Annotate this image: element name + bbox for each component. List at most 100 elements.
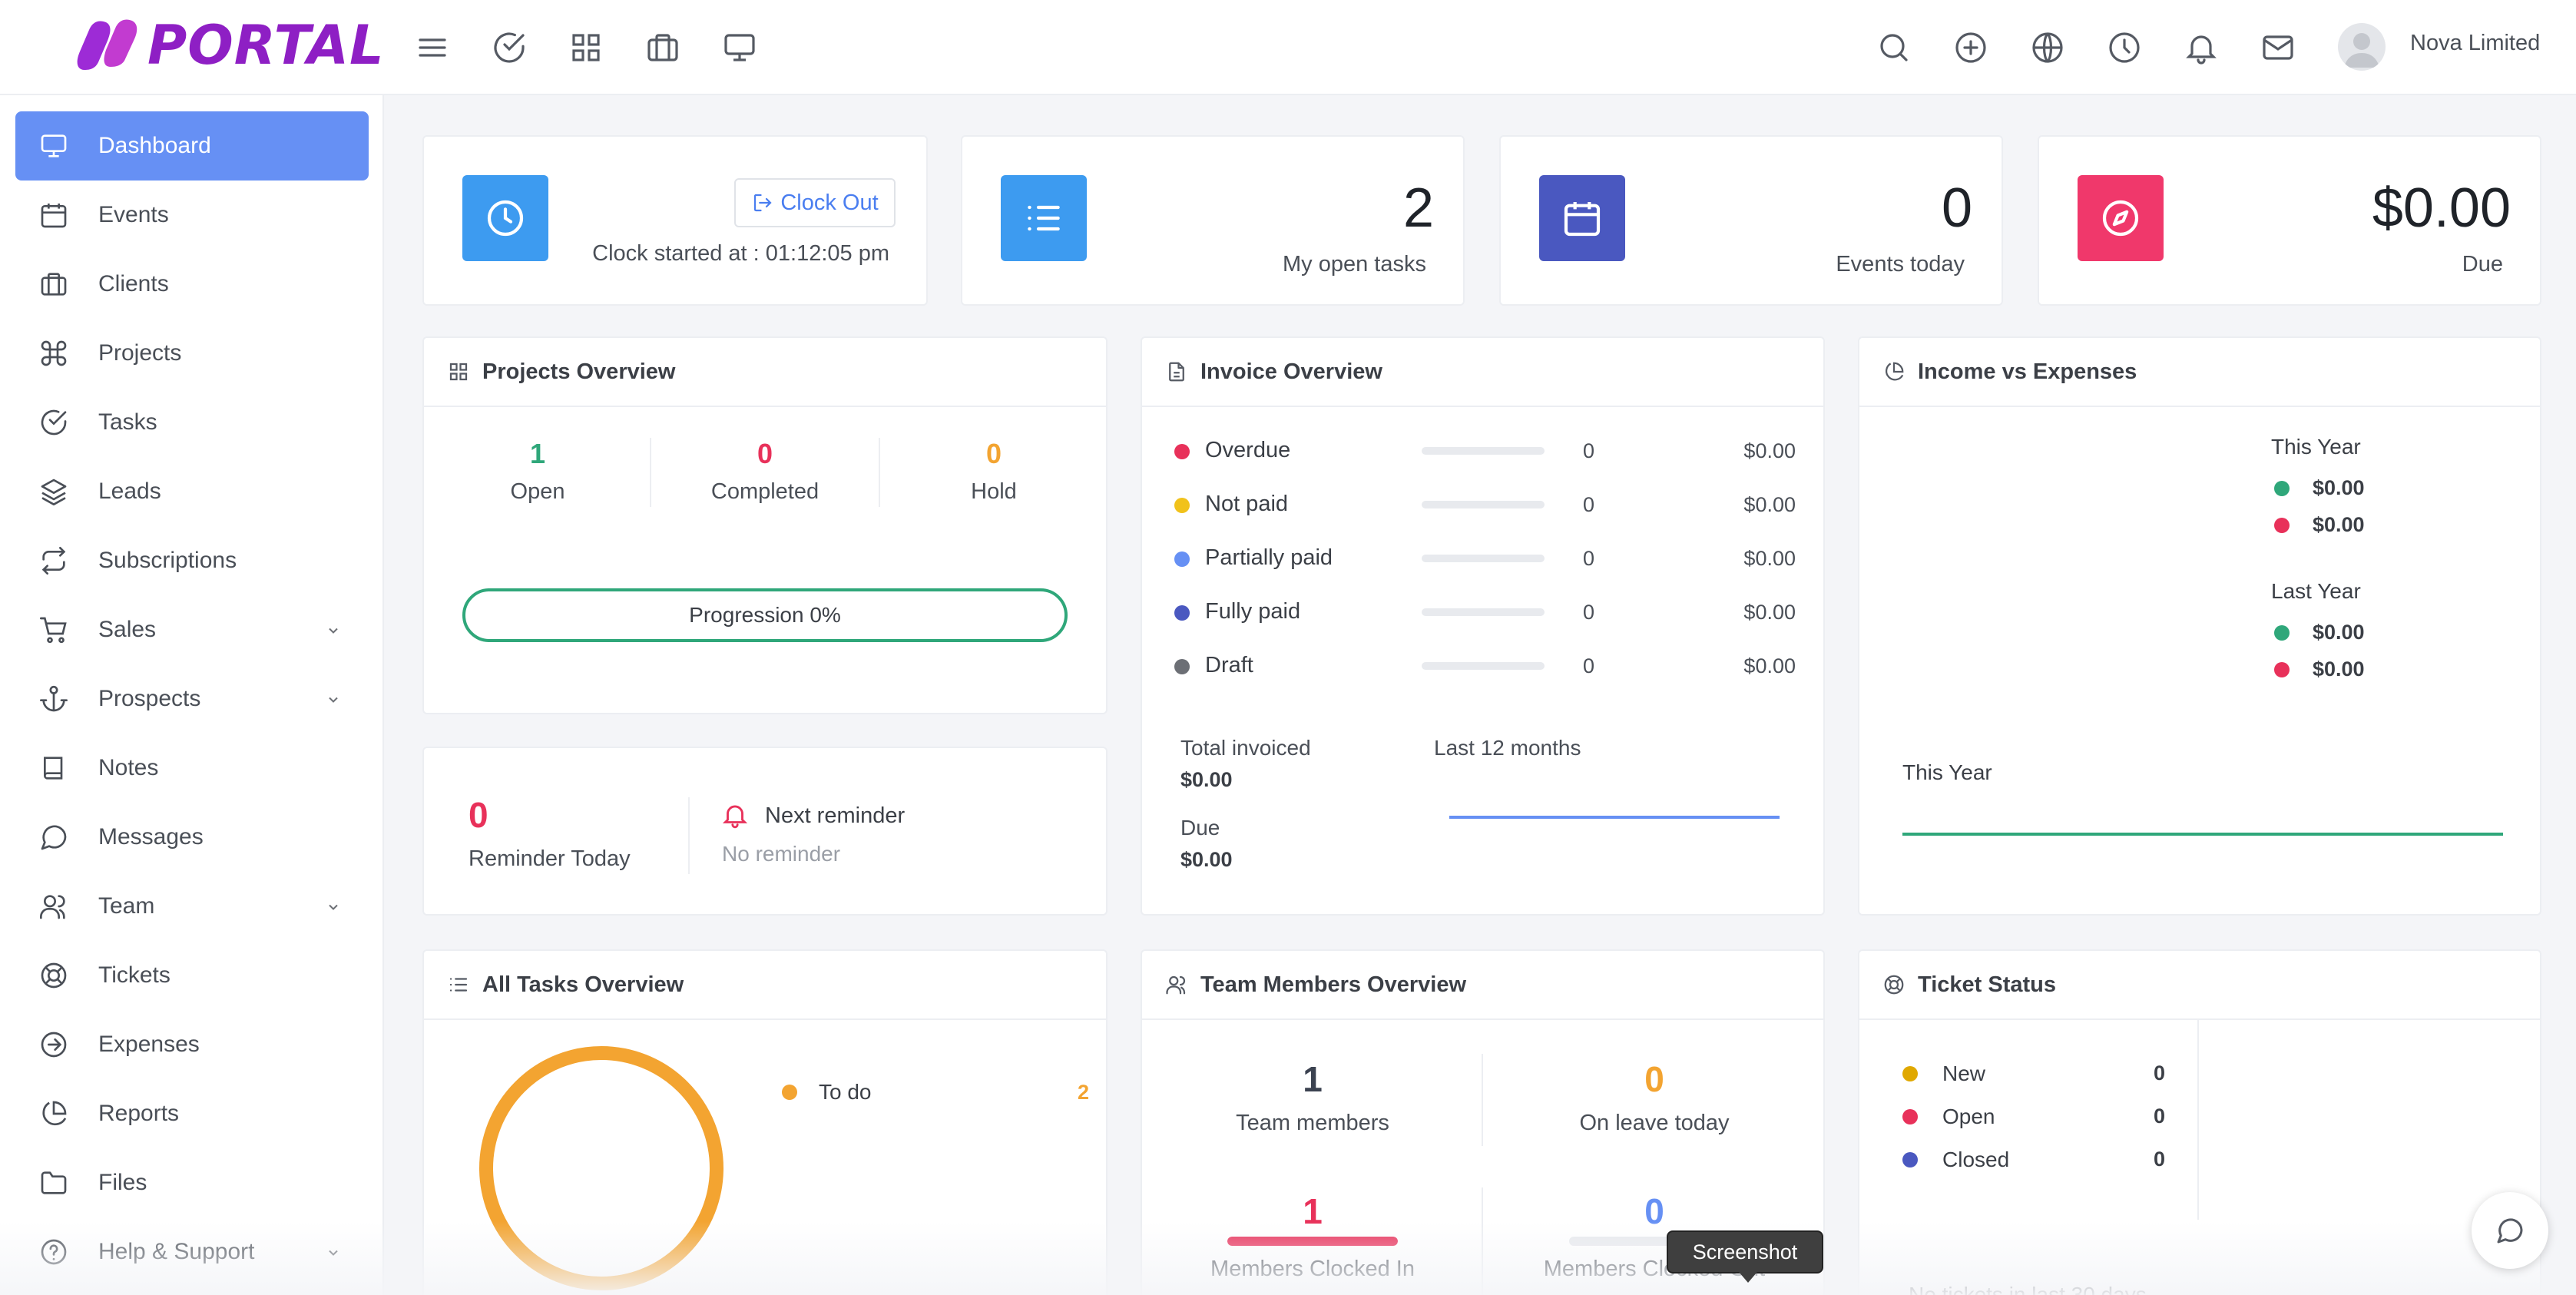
card-title: All Tasks Overview bbox=[482, 972, 684, 997]
status-dot bbox=[1902, 1066, 1918, 1081]
sidebar-item-events[interactable]: Events bbox=[15, 181, 369, 250]
invoice-row-label: Not paid bbox=[1205, 492, 1289, 516]
sidebar-item-expenses[interactable]: Expenses bbox=[15, 1010, 369, 1079]
tasks-donut-chart bbox=[479, 1046, 723, 1290]
sidebar-item-prospects[interactable]: Prospects bbox=[15, 664, 369, 734]
logo[interactable]: PORTAL bbox=[74, 14, 385, 77]
invoice-row[interactable]: Draft 0 $0.00 bbox=[1142, 651, 1826, 682]
due-card[interactable]: $0.00 Due bbox=[2038, 135, 2541, 306]
income-trend-line bbox=[1902, 833, 2503, 836]
grid-icon bbox=[447, 360, 470, 383]
invoice-row-count: 0 bbox=[1583, 439, 1595, 462]
team-members-label: Team members bbox=[1236, 1111, 1389, 1135]
sidebar-item-leads[interactable]: Leads bbox=[15, 457, 369, 526]
invoice-row-amount: $0.00 bbox=[1743, 547, 1796, 570]
sidebar-item-sales[interactable]: Sales bbox=[15, 595, 369, 664]
sidebar-item-label: Events bbox=[98, 202, 169, 227]
chevron-down-icon bbox=[329, 904, 338, 910]
calendar-icon bbox=[38, 200, 69, 230]
this-year-income: $0.00 bbox=[2274, 476, 2365, 500]
card-title: Invoice Overview bbox=[1200, 359, 1382, 384]
status-dot bbox=[1902, 1109, 1918, 1124]
sidebar-item-dashboard[interactable]: Dashboard bbox=[15, 111, 369, 181]
invoice-row[interactable]: Not paid 0 $0.00 bbox=[1142, 490, 1826, 521]
total-invoiced-label: Total invoiced bbox=[1180, 736, 1311, 760]
monitor-icon[interactable] bbox=[721, 29, 758, 66]
projects-hold[interactable]: 0 Hold bbox=[880, 438, 1108, 505]
tickets-footer: No tickets in last 30 days bbox=[1909, 1283, 2147, 1295]
status-dot bbox=[1174, 551, 1190, 567]
open-tasks-card[interactable]: 2 My open tasks bbox=[961, 135, 1465, 306]
ticket-row[interactable]: Closed 0 bbox=[1859, 1144, 2197, 1175]
invoice-row-label: Overdue bbox=[1205, 438, 1291, 462]
reminder-today-label: Reminder Today bbox=[469, 846, 631, 871]
ticket-row[interactable]: New 0 bbox=[1859, 1058, 2197, 1089]
invoice-row-bar bbox=[1422, 555, 1545, 562]
sidebar-item-label: Clients bbox=[98, 271, 169, 296]
sidebar-item-subscriptions[interactable]: Subscriptions bbox=[15, 526, 369, 595]
grid-icon[interactable] bbox=[568, 29, 604, 66]
invoice-row-label: Partially paid bbox=[1205, 545, 1333, 570]
chat-button[interactable] bbox=[2472, 1192, 2548, 1269]
plus-circle-icon[interactable] bbox=[1952, 29, 1989, 66]
status-dot bbox=[1174, 659, 1190, 674]
sidebar-item-projects[interactable]: Projects bbox=[15, 319, 369, 388]
list-icon bbox=[1001, 175, 1087, 261]
invoice-row[interactable]: Partially paid 0 $0.00 bbox=[1142, 544, 1826, 575]
on-leave-stat[interactable]: 0 On leave today bbox=[1483, 1058, 1826, 1136]
sidebar-item-label: Tasks bbox=[98, 409, 157, 435]
avatar[interactable] bbox=[2338, 23, 2386, 71]
invoice-row-amount: $0.00 bbox=[1743, 493, 1796, 516]
menu-icon[interactable] bbox=[414, 29, 451, 66]
card-title: Income vs Expenses bbox=[1918, 359, 2137, 384]
sidebar-item-tickets[interactable]: Tickets bbox=[15, 941, 369, 1010]
invoice-row[interactable]: Fully paid 0 $0.00 bbox=[1142, 598, 1826, 628]
sidebar-item-label: Projects bbox=[98, 340, 182, 366]
team-members-stat[interactable]: 1 Team members bbox=[1142, 1058, 1483, 1136]
briefcase-icon bbox=[38, 269, 69, 300]
search-icon[interactable] bbox=[1876, 29, 1912, 66]
sidebar-item-notes[interactable]: Notes bbox=[15, 734, 369, 803]
due-amount: $0.00 bbox=[2372, 177, 2511, 239]
tasks-legend-to-do[interactable]: To do 2 bbox=[782, 1080, 1089, 1105]
clocked-in-stat[interactable]: 1 Members Clocked In bbox=[1142, 1191, 1483, 1282]
company-name[interactable]: Nova Limited bbox=[2410, 31, 2540, 56]
last-year-label: Last Year bbox=[2271, 579, 2361, 603]
life-buoy-icon bbox=[1882, 973, 1906, 996]
globe-icon[interactable] bbox=[2029, 29, 2066, 66]
briefcase-icon[interactable] bbox=[644, 29, 681, 66]
sidebar-item-tasks[interactable]: Tasks bbox=[15, 388, 369, 457]
clocked-in-bar-fill bbox=[1227, 1237, 1398, 1246]
invoice-row-amount: $0.00 bbox=[1743, 439, 1796, 462]
sidebar-item-reports[interactable]: Reports bbox=[15, 1079, 369, 1148]
mail-icon[interactable] bbox=[2260, 29, 2296, 66]
clock-icon[interactable] bbox=[2106, 29, 2143, 66]
status-dot bbox=[1174, 444, 1190, 459]
invoice-row[interactable]: Overdue 0 $0.00 bbox=[1142, 436, 1826, 467]
sidebar-item-label: Team bbox=[98, 893, 155, 919]
check-circle-icon[interactable] bbox=[491, 29, 528, 66]
projects-completed[interactable]: 0 Completed bbox=[651, 438, 879, 505]
ticket-row-label: Closed bbox=[1942, 1148, 2010, 1171]
sidebar-item-team[interactable]: Team bbox=[15, 872, 369, 941]
ticket-row[interactable]: Open 0 bbox=[1859, 1101, 2197, 1132]
bell-icon[interactable] bbox=[2183, 29, 2220, 66]
events-today-card[interactable]: 0 Events today bbox=[1499, 135, 2003, 306]
invoice-trend-line bbox=[1449, 816, 1780, 819]
folder-icon bbox=[38, 1167, 69, 1198]
sidebar-item-clients[interactable]: Clients bbox=[15, 250, 369, 319]
expense-dot bbox=[2274, 661, 2290, 677]
check-circle-icon bbox=[38, 407, 69, 438]
projects-open[interactable]: 1 Open bbox=[424, 438, 651, 505]
calendar-icon bbox=[1539, 175, 1625, 261]
sidebar-item-messages[interactable]: Messages bbox=[15, 803, 369, 872]
pie-chart-icon bbox=[38, 1098, 69, 1129]
status-dot bbox=[1174, 498, 1190, 513]
sidebar-item-files[interactable]: Files bbox=[15, 1148, 369, 1217]
command-icon bbox=[38, 338, 69, 369]
arrow-circle-icon bbox=[38, 1029, 69, 1060]
users-icon bbox=[38, 891, 69, 922]
projects-overview-card: Projects Overview 1 Open 0 Completed 0 H… bbox=[422, 336, 1108, 714]
sidebar-item-help-support[interactable]: Help & Support bbox=[15, 1217, 369, 1287]
clock-out-button[interactable]: Clock Out bbox=[734, 178, 896, 227]
